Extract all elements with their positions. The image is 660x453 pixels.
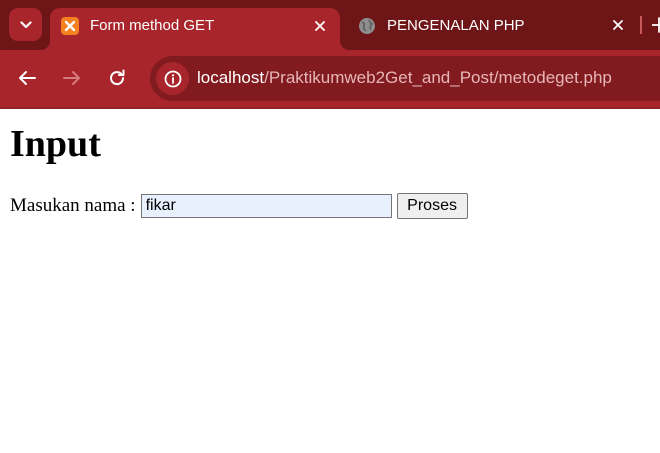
tab-separator xyxy=(640,16,642,34)
name-label: Masukan nama : xyxy=(10,195,136,216)
name-input[interactable] xyxy=(140,194,392,218)
plus-icon xyxy=(651,17,660,33)
browser-toolbar: localhost/Praktikumweb2Get_and_Post/meto… xyxy=(0,50,660,107)
tab-title: PENGENALAN PHP xyxy=(387,17,525,34)
chevron-down-icon xyxy=(19,20,32,28)
url-path: /Praktikumweb2Get_and_Post/metodeget.php xyxy=(264,68,612,87)
xampp-icon xyxy=(61,17,79,35)
tab-form-method-get[interactable]: Form method GET xyxy=(40,8,350,50)
close-tab-button[interactable] xyxy=(312,18,328,34)
forward-button[interactable] xyxy=(61,67,83,89)
name-form: Masukan nama : Proses xyxy=(10,193,468,219)
page-title: Input xyxy=(10,123,101,165)
address-bar[interactable]: localhost/Praktikumweb2Get_and_Post/meto… xyxy=(150,56,660,101)
reload-button[interactable] xyxy=(106,67,128,89)
globe-icon xyxy=(359,18,375,34)
url-host: localhost xyxy=(197,68,265,87)
submit-button[interactable]: Proses xyxy=(396,193,468,219)
close-icon xyxy=(613,20,623,30)
page-content: Input Masukan nama : Proses xyxy=(0,109,660,453)
url-text: localhost/Praktikumweb2Get_and_Post/meto… xyxy=(197,68,612,88)
tab-title: Form method GET xyxy=(90,17,215,34)
reload-icon xyxy=(110,69,125,86)
tab-search-button[interactable] xyxy=(9,8,42,41)
arrow-right-icon xyxy=(63,71,80,85)
tab-pengenalan-php[interactable]: PENGENALAN PHP xyxy=(346,8,636,42)
close-tab-button[interactable] xyxy=(610,17,626,33)
site-info-button[interactable] xyxy=(156,62,189,95)
arrow-left-icon xyxy=(19,71,36,85)
info-icon xyxy=(164,70,181,87)
new-tab-button[interactable] xyxy=(651,16,660,34)
close-icon xyxy=(315,21,325,31)
back-button[interactable] xyxy=(16,67,38,89)
tab-strip: Form method GET PENGENALAN PHP xyxy=(0,0,660,50)
